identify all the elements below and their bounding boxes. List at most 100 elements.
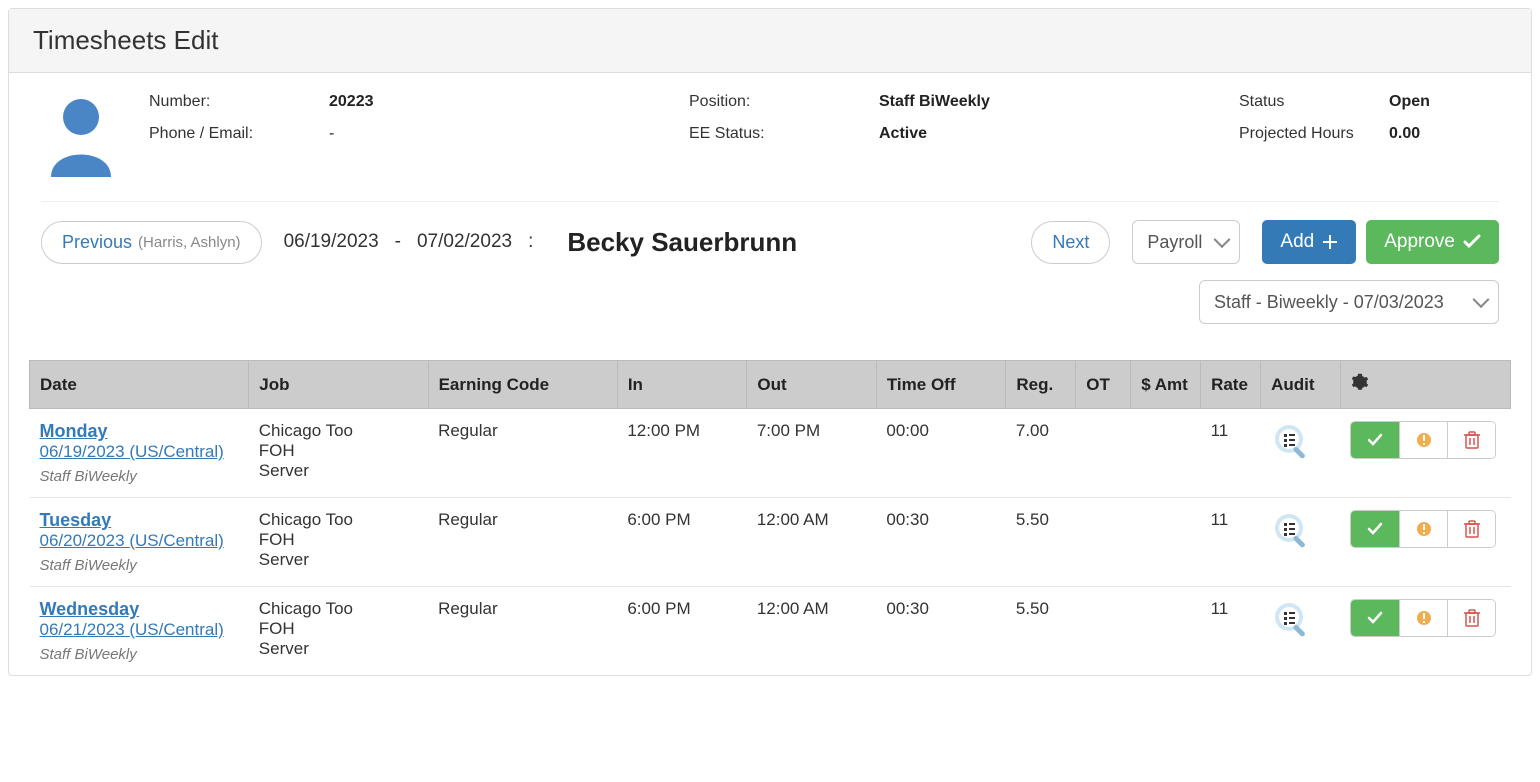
number-value: 20223	[329, 93, 689, 111]
cell-ot	[1076, 409, 1131, 498]
cell-timeoff: 00:30	[876, 587, 1006, 676]
row-delete-button[interactable]	[1447, 600, 1495, 636]
table-head: Date Job Earning Code In Out Time Off Re…	[30, 361, 1511, 409]
day-link[interactable]: Wednesday	[40, 599, 140, 619]
date-link[interactable]: 06/20/2023 (US/Central)	[40, 531, 224, 550]
row-approve-button[interactable]	[1351, 422, 1399, 458]
date-sep: -	[395, 231, 401, 253]
row-actions	[1350, 599, 1496, 637]
th-actions	[1340, 361, 1510, 409]
page-title: Timesheets Edit	[33, 25, 1507, 56]
cell-timeoff: 00:00	[876, 409, 1006, 498]
date-link[interactable]: 06/21/2023 (US/Central)	[40, 620, 224, 639]
cell-reg: 5.50	[1006, 587, 1076, 676]
cell-job: Chicago TooFOHServer	[249, 498, 428, 587]
audit-icon[interactable]	[1271, 510, 1313, 552]
plus-icon	[1322, 234, 1338, 250]
row-approve-button[interactable]	[1351, 600, 1399, 636]
employee-name: Becky Sauerbrunn	[567, 227, 797, 258]
previous-sub: (Harris, Ashlyn)	[138, 234, 241, 251]
day-link[interactable]: Tuesday	[40, 510, 112, 530]
th-date: Date	[30, 361, 249, 409]
cell-earning: Regular	[428, 498, 617, 587]
next-label: Next	[1052, 232, 1089, 253]
cell-job: Chicago TooFOHServer	[249, 409, 428, 498]
status-label: Status	[1239, 93, 1389, 111]
payroll-select-wrap: Payroll	[1132, 220, 1240, 264]
row-position: Staff BiWeekly	[40, 646, 239, 663]
date-link[interactable]: 06/19/2023 (US/Central)	[40, 442, 224, 461]
table-row: Monday06/19/2023 (US/Central) Staff BiWee…	[30, 409, 1511, 498]
cell-earning: Regular	[428, 409, 617, 498]
timesheet-table: Date Job Earning Code In Out Time Off Re…	[29, 360, 1511, 675]
row-actions	[1350, 510, 1496, 548]
period-select[interactable]: Staff - Biweekly - 07/03/2023	[1199, 280, 1499, 324]
row-position: Staff BiWeekly	[40, 468, 239, 485]
phone-value: -	[329, 125, 689, 143]
approve-button[interactable]: Approve	[1366, 220, 1499, 264]
th-out: Out	[747, 361, 877, 409]
action-buttons: Add Approve	[1262, 220, 1499, 264]
check-icon	[1463, 233, 1481, 251]
th-in: In	[617, 361, 747, 409]
row-warning-button[interactable]	[1399, 511, 1447, 547]
range-colon: :	[528, 231, 533, 253]
ee-status-label: EE Status:	[689, 125, 879, 143]
date-end: 07/02/2023	[417, 231, 512, 253]
cell-in: 12:00 PM	[617, 409, 747, 498]
row-delete-button[interactable]	[1447, 511, 1495, 547]
cell-amt	[1131, 409, 1201, 498]
row-delete-button[interactable]	[1447, 422, 1495, 458]
th-reg: Reg.	[1006, 361, 1076, 409]
th-earning: Earning Code	[428, 361, 617, 409]
th-timeoff: Time Off	[876, 361, 1006, 409]
cell-reg: 7.00	[1006, 409, 1076, 498]
nav-row: Previous (Harris, Ashlyn) 06/19/2023 - 0…	[9, 202, 1531, 274]
cell-reg: 5.50	[1006, 498, 1076, 587]
cell-out: 7:00 PM	[747, 409, 877, 498]
period-row: Staff - Biweekly - 07/03/2023	[9, 274, 1531, 342]
add-button[interactable]: Add	[1262, 220, 1356, 264]
th-rate: Rate	[1201, 361, 1261, 409]
panel-header: Timesheets Edit	[9, 9, 1531, 73]
previous-button[interactable]: Previous (Harris, Ashlyn)	[41, 221, 262, 264]
cell-earning: Regular	[428, 587, 617, 676]
position-value: Staff BiWeekly	[879, 93, 1239, 111]
audit-icon[interactable]	[1271, 421, 1313, 463]
day-link[interactable]: Monday	[40, 421, 108, 441]
avatar	[41, 93, 121, 177]
cell-out: 12:00 AM	[747, 587, 877, 676]
number-label: Number:	[149, 93, 329, 111]
table-row: Wednesday06/21/2023 (US/Central) Staff Bi…	[30, 587, 1511, 676]
cell-ot	[1076, 587, 1131, 676]
cell-in: 6:00 PM	[617, 498, 747, 587]
gear-icon	[1351, 373, 1369, 391]
approve-label: Approve	[1384, 231, 1455, 253]
cell-job: Chicago TooFOHServer	[249, 587, 428, 676]
cell-timeoff: 00:30	[876, 498, 1006, 587]
period-select-wrap: Staff - Biweekly - 07/03/2023	[1199, 280, 1499, 324]
info-grid: Number: 20223 Position: Staff BiWeekly S…	[149, 93, 1499, 143]
phone-label: Phone / Email:	[149, 125, 329, 143]
projected-value: 0.00	[1389, 125, 1489, 143]
timesheet-panel: Timesheets Edit Number: 20223 Position: …	[8, 8, 1532, 676]
position-label: Position:	[689, 93, 879, 111]
cell-amt	[1131, 498, 1201, 587]
audit-icon[interactable]	[1271, 599, 1313, 641]
row-position: Staff BiWeekly	[40, 557, 239, 574]
add-label: Add	[1280, 231, 1314, 253]
row-warning-button[interactable]	[1399, 600, 1447, 636]
ee-status-value: Active	[879, 125, 1239, 143]
row-actions	[1350, 421, 1496, 459]
table-row: Tuesday06/20/2023 (US/Central) Staff BiWe…	[30, 498, 1511, 587]
row-warning-button[interactable]	[1399, 422, 1447, 458]
cell-rate: 11	[1201, 409, 1261, 498]
next-button[interactable]: Next	[1031, 221, 1110, 264]
status-value: Open	[1389, 93, 1489, 111]
previous-label: Previous	[62, 232, 132, 253]
projected-label: Projected Hours	[1239, 125, 1389, 143]
payroll-select[interactable]: Payroll	[1132, 220, 1240, 264]
cell-out: 12:00 AM	[747, 498, 877, 587]
th-ot: OT	[1076, 361, 1131, 409]
row-approve-button[interactable]	[1351, 511, 1399, 547]
